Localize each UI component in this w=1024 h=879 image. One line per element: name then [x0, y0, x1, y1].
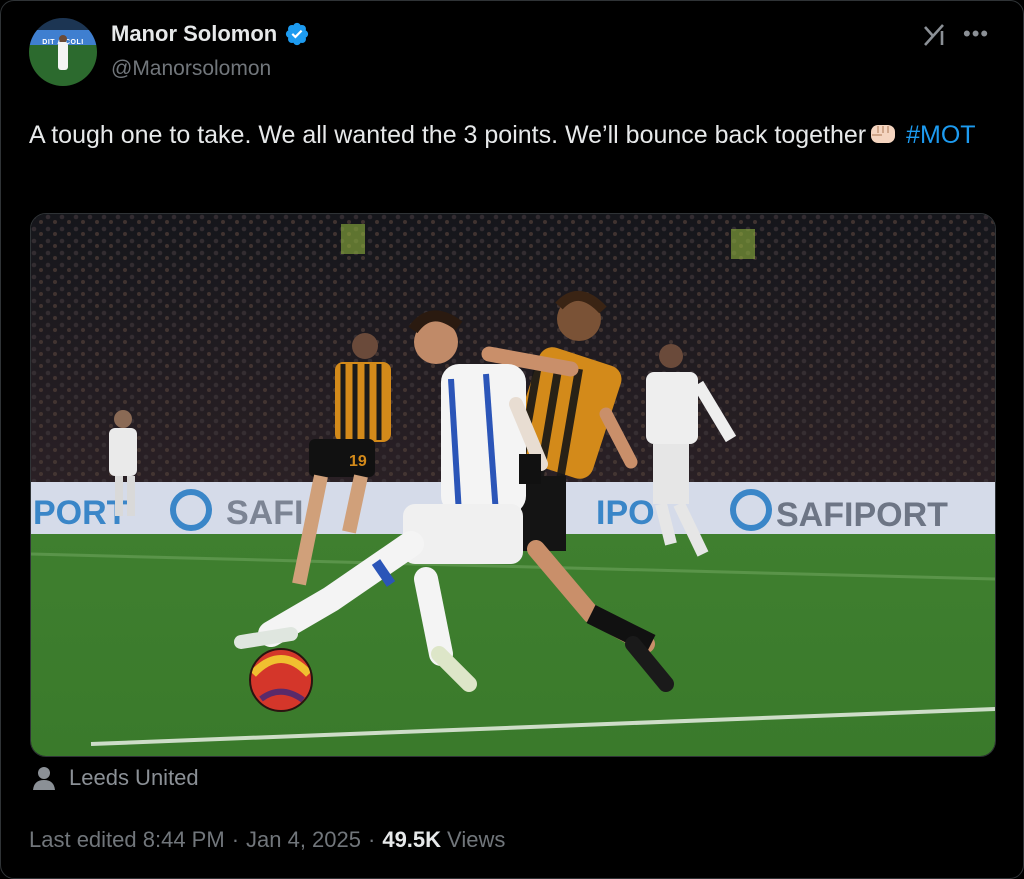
meta-separator: · — [231, 827, 240, 852]
author-handle[interactable]: @Manorsolomon — [111, 57, 271, 81]
tweet-photo[interactable]: PORT SAFI IPO SAFIPORT 19 — [30, 213, 996, 757]
more-icon[interactable]: ••• — [963, 21, 989, 47]
location-tag[interactable]: Leeds United — [31, 765, 199, 791]
avatar[interactable]: DIT A COLI — [29, 18, 97, 86]
author-display-name[interactable]: Manor Solomon — [111, 21, 277, 47]
hashtag-link[interactable]: #MOT — [906, 121, 975, 149]
tweet-card: DIT A COLI Manor Solomon @Manorsolomon •… — [0, 0, 1024, 879]
views-count[interactable]: 49.5K — [382, 827, 441, 853]
tweet-date[interactable]: Jan 4, 2025 — [246, 827, 361, 853]
football — [249, 648, 313, 712]
ad-board-center-text: IPO — [596, 494, 655, 532]
verified-badge-icon — [286, 22, 309, 46]
tweet-text: A tough one to take. We all wanted the 3… — [29, 115, 989, 155]
avatar-figure — [58, 42, 68, 70]
player-number: 19 — [349, 453, 367, 470]
ad-board-right-text: SAFIPORT — [776, 496, 948, 534]
ad-board-mid-text: SAFI — [226, 494, 303, 532]
football-match-photo: PORT SAFI IPO SAFIPORT 19 — [31, 214, 995, 756]
fist-bump-emoji-icon — [871, 125, 896, 143]
author-name-row: Manor Solomon — [111, 21, 310, 47]
person-icon — [33, 767, 55, 790]
ad-board-left-text: PORT — [33, 494, 128, 532]
tweet-body: A tough one to take. We all wanted the 3… — [29, 121, 867, 149]
views-label[interactable]: Views — [447, 827, 505, 853]
edited-timestamp[interactable]: Last edited 8:44 PM — [29, 827, 225, 853]
grok-icon[interactable] — [921, 21, 949, 49]
location-label: Leeds United — [69, 765, 199, 790]
meta-separator: · — [368, 827, 376, 852]
tweet-meta: Last edited 8:44 PM · Jan 4, 2025 · 49.5… — [29, 827, 505, 853]
